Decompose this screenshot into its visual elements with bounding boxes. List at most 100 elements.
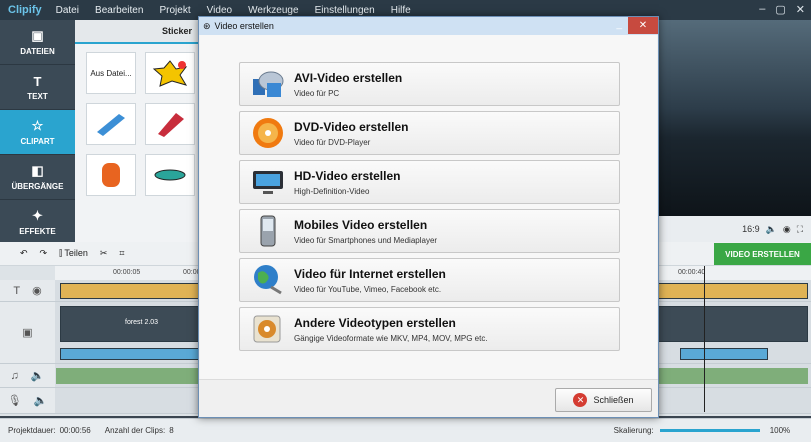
mobile-video-option[interactable]: Mobiles Video erstellen Video für Smartph… <box>239 209 620 253</box>
option-title: AVI-Video erstellen <box>294 70 403 85</box>
option-title: DVD-Video erstellen <box>294 119 409 134</box>
sticker-tab-label: Sticker <box>161 26 192 36</box>
hd-tv-icon <box>248 164 288 200</box>
scale-label: Skalierung: <box>613 426 654 435</box>
menu-projekt[interactable]: Projekt <box>159 5 190 16</box>
app-logo: Clipify <box>8 4 42 16</box>
microphone-icon: 🎙 <box>7 395 22 407</box>
other-formats-option[interactable]: Andere Videotypen erstellen Gängige Video… <box>239 307 620 351</box>
menu-einstellungen[interactable]: Einstellungen <box>315 5 375 16</box>
dialog-minimize-icon[interactable]: _ <box>616 19 622 30</box>
cut-icon[interactable]: ✂ <box>100 248 108 259</box>
dialog-body: AVI-Video erstellen Video für PC DVD-Vide… <box>200 35 657 379</box>
video-preview: 16:9 🔈 ◉ ⛶ <box>658 20 811 242</box>
clip-count: 8 <box>169 426 174 435</box>
visibility-icon[interactable]: ◉ <box>32 284 42 297</box>
sticker-thumb[interactable] <box>145 103 195 145</box>
menu-datei[interactable]: Datei <box>56 5 79 16</box>
from-file-button[interactable]: Aus Datei... <box>86 52 136 94</box>
redo-icon[interactable]: ↷ <box>40 248 48 259</box>
preview-frame <box>658 20 811 216</box>
nav-text[interactable]: T TEXT <box>0 65 75 110</box>
music-icon: ♫ <box>10 369 19 382</box>
volume-icon[interactable]: 🔈 <box>31 369 45 382</box>
maximize-icon[interactable]: ▢ <box>775 3 785 16</box>
minimize-icon[interactable]: – <box>759 3 765 16</box>
ruler-tick: 00:00:40 <box>678 269 706 276</box>
dvd-video-option[interactable]: DVD-Video erstellen Video für DVD-Player <box>239 111 620 155</box>
video-clip[interactable] <box>658 306 808 342</box>
film-reel-icon <box>248 311 288 347</box>
dialog-close-icon[interactable]: ✕ <box>628 17 658 34</box>
sticker-thumb[interactable] <box>86 103 136 145</box>
dvd-icon <box>248 115 288 151</box>
close-dialog-button[interactable]: ✕ Schließen <box>555 388 652 412</box>
option-subtitle: Video für DVD-Player <box>294 137 371 147</box>
option-title: Andere Videotypen erstellen <box>294 315 456 330</box>
video-clip[interactable]: forest 2.03 <box>60 306 205 342</box>
menu-video[interactable]: Video <box>207 5 232 16</box>
tab-sticker[interactable]: Sticker <box>75 20 200 44</box>
from-file-label: Aus Datei... <box>90 68 132 78</box>
text-icon: T <box>33 73 42 89</box>
option-title: Mobiles Video erstellen <box>294 217 428 232</box>
files-icon: ▣ <box>31 28 44 43</box>
title-clip[interactable] <box>658 283 808 299</box>
nav-clipart[interactable]: ☆ CLIPART <box>0 110 75 155</box>
camera-icon: ▣ <box>22 327 33 339</box>
crop-icon[interactable]: ⌗ <box>119 248 124 259</box>
menu-bar: Datei Bearbeiten Projekt Video Werkzeuge… <box>56 4 424 16</box>
playhead[interactable] <box>704 266 705 412</box>
avi-icon <box>248 66 288 102</box>
nav-label: CLIPART <box>20 137 55 146</box>
snapshot-icon[interactable]: ◉ <box>783 224 791 235</box>
menu-bearbeiten[interactable]: Bearbeiten <box>95 5 143 16</box>
aspect-ratio[interactable]: 16:9 <box>742 224 760 234</box>
project-duration: 00:00:56 <box>59 426 91 435</box>
split-button[interactable]: ⫿ Teilen <box>59 248 88 259</box>
fullscreen-icon[interactable]: ⛶ <box>797 224 803 235</box>
text-track-icon: T <box>13 284 21 297</box>
text-track-label: T ◉ <box>0 280 55 301</box>
close-icon: ✕ <box>573 393 588 407</box>
nav-effekte[interactable]: ✦ EFFEKTE <box>0 200 75 245</box>
left-area: ▣ DATEIEN T TEXT ☆ CLIPART ◧ ÜBERGÄNGE ✦ EFFE… <box>0 20 200 245</box>
left-nav: ▣ DATEIEN T TEXT ☆ CLIPART ◧ ÜBERGÄNGE ✦ EFFE… <box>0 20 75 245</box>
zoom-value: 100% <box>769 426 791 435</box>
option-title: HD-Video erstellen <box>294 168 401 183</box>
menu-werkzeuge[interactable]: Werkzeuge <box>248 5 298 16</box>
ruler-tick: 00:00:05 <box>113 269 141 276</box>
volume-icon[interactable]: 🔈 <box>766 224 777 235</box>
sticker-panel: Sticker Aus Datei... <box>75 20 200 242</box>
title-clip[interactable] <box>60 283 205 299</box>
option-subtitle: Video für YouTube, Vimeo, Facebook etc. <box>294 284 442 294</box>
transition-bar[interactable] <box>60 348 200 360</box>
nav-uebergaenge[interactable]: ◧ ÜBERGÄNGE <box>0 155 75 200</box>
status-bar: Projektdauer: 00:00:56 Anzahl der Clips:… <box>0 418 811 442</box>
internet-video-option[interactable]: Video für Internet erstellen Video für Yo… <box>239 258 620 302</box>
menu-hilfe[interactable]: Hilfe <box>391 5 411 16</box>
sticker-thumb[interactable] <box>86 154 136 196</box>
transition-bar[interactable] <box>680 348 768 360</box>
voice-track-label: 🎙 🔈 <box>0 388 55 413</box>
nav-label: EFFEKTE <box>19 227 56 236</box>
hd-video-option[interactable]: HD-Video erstellen High-Definition-Video <box>239 160 620 204</box>
project-duration-label: Projektdauer: <box>8 426 56 435</box>
sticker-thumb[interactable] <box>145 154 195 196</box>
avi-video-option[interactable]: AVI-Video erstellen Video für PC <box>239 62 620 106</box>
sticker-grid: Aus Datei... <box>75 44 200 204</box>
sticker-thumb[interactable] <box>145 52 195 94</box>
zoom-slider[interactable] <box>659 429 760 432</box>
split-label: Teilen <box>64 248 88 258</box>
export-video-button[interactable]: VIDEO ERSTELLEN <box>714 243 811 265</box>
effects-icon: ✦ <box>32 208 43 223</box>
close-window-icon[interactable]: ✕ <box>796 3 805 16</box>
volume-icon[interactable]: 🔈 <box>34 394 48 407</box>
preview-controls: 16:9 🔈 ◉ ⛶ <box>658 216 811 242</box>
nav-dateien[interactable]: ▣ DATEIEN <box>0 20 75 65</box>
undo-icon[interactable]: ↶ <box>20 248 28 259</box>
close-label: Schließen <box>593 395 634 405</box>
transitions-icon: ◧ <box>31 163 44 178</box>
nav-label: TEXT <box>27 91 48 101</box>
nav-label: ÜBERGÄNGE <box>11 182 64 191</box>
